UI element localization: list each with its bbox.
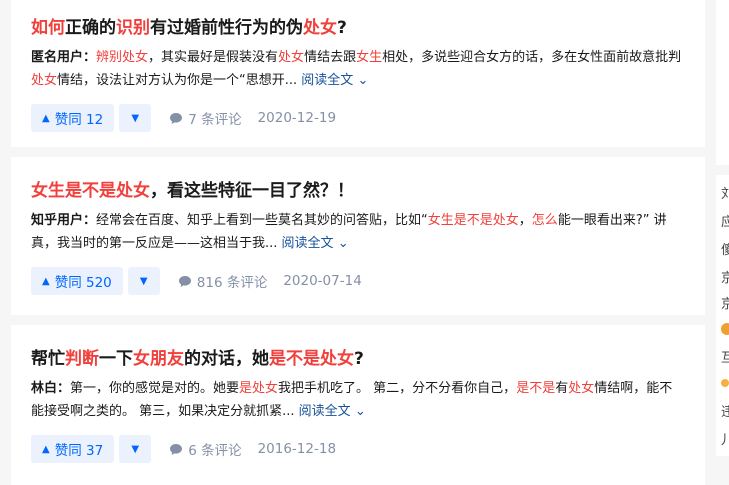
result-excerpt[interactable]: 林白：第一，你的感觉是对的。她要是处女我把手机吃了。 第二，分不分看你自己，是不… [31, 377, 685, 423]
read-more-link[interactable]: 阅读全文 ⌄ [301, 73, 368, 88]
text-segment: 经常会在百度、知乎上看到一些莫名其妙的问答贴，比如“ [96, 213, 428, 228]
keyword-highlight: 是不是 [516, 381, 556, 396]
text-segment: 情结去跟 [304, 50, 357, 65]
comments-label: 6 条评论 [188, 443, 242, 459]
keyword-highlight: 是处女 [239, 381, 279, 396]
caret-down-icon: ▼ [139, 275, 148, 287]
downvote-button[interactable]: ▼ [127, 267, 160, 295]
result-card: 如何正确的识别有过婚前性行为的伪处女? 匿名用户：辨别处女，其实最好是假装没有处… [11, 0, 705, 147]
sidebar-item[interactable]: 互 [721, 347, 729, 366]
avatar [721, 323, 729, 335]
keyword-highlight: 处女 [31, 73, 58, 88]
keyword-highlight: 女生是不是处女 [427, 213, 519, 228]
upvote-button[interactable]: ▲ 赞同 520 [31, 267, 123, 295]
read-more-link[interactable]: 阅读全文 ⌄ [299, 404, 366, 419]
text-segment: ? [337, 18, 347, 38]
keyword-highlight: 处女 [303, 18, 337, 38]
comment-bubble-icon [170, 443, 183, 455]
caret-down-icon: ▼ [131, 112, 140, 124]
action-bar: ▲ 赞同 520 ▼ 816 条评论 2020-07-14 [31, 267, 685, 295]
result-card: 帮忙判断一下女朋友的对话，她是不是处女? 林白：第一，你的感觉是对的。她要是处女… [11, 325, 705, 485]
keyword-highlight: 处女 [568, 381, 595, 396]
keyword-highlight: 女朋友 [133, 349, 184, 369]
text-segment: 情结，设法让对方认为你是一个“思想开... [57, 73, 298, 88]
text-segment: ，其实最好是假装没有 [148, 50, 279, 65]
post-date: 2020-07-14 [283, 273, 362, 289]
text-segment: 一下 [99, 349, 133, 369]
post-date: 2016-12-18 [257, 441, 337, 457]
comments-button[interactable]: 6 条评论 [169, 439, 242, 459]
keyword-highlight: 怎么 [531, 213, 558, 228]
downvote-button[interactable]: ▼ [119, 104, 152, 132]
upvote-label: 赞同 12 [54, 112, 104, 128]
comment-bubble-icon [170, 112, 183, 124]
result-excerpt[interactable]: 知乎用户：经常会在百度、知乎上看到一些莫名其妙的问答贴，比如“女生是不是处女，怎… [31, 209, 685, 255]
keyword-highlight: 识别 [116, 18, 150, 38]
comments-button[interactable]: 816 条评论 [178, 271, 268, 291]
keyword-highlight: 如何 [31, 18, 65, 38]
upvote-button[interactable]: ▲ 赞同 12 [31, 104, 115, 132]
keyword-highlight: 女生 [356, 50, 383, 65]
upvote-label: 赞同 37 [54, 443, 104, 459]
read-more-label: 阅读全文 [298, 404, 351, 419]
chevron-down-icon: ⌄ [354, 404, 366, 419]
caret-up-icon: ▲ [42, 112, 50, 124]
text-segment: ? [354, 349, 364, 369]
read-more-label: 阅读全文 [301, 73, 354, 88]
text-segment: 相处，多说些迎合女方的话，多在女性面前故意批判 [382, 50, 682, 65]
result-excerpt[interactable]: 匿名用户：辨别处女，其实最好是假装没有处女情结去跟女生相处，多说些迎合女方的话，… [31, 46, 685, 92]
search-results-feed: 如何正确的识别有过婚前性行为的伪处女? 匿名用户：辨别处女，其实最好是假装没有处… [11, 0, 705, 485]
result-title[interactable]: 帮忙判断一下女朋友的对话，她是不是处女? [31, 347, 685, 371]
result-title[interactable]: 如何正确的识别有过婚前性行为的伪处女? [31, 16, 685, 40]
text-segment: 第一，你的感觉是对的。她要 [70, 381, 240, 396]
author-name[interactable]: 林白： [31, 381, 70, 396]
keyword-highlight: 是不是处女 [269, 349, 354, 369]
author-name[interactable]: 知乎用户： [31, 213, 96, 228]
author-name[interactable]: 匿名用户： [31, 50, 96, 65]
sidebar-list-panel: 刘 应 傻 京 京 互 违 儿 [716, 175, 729, 456]
read-more-label: 阅读全文 [281, 236, 334, 251]
chevron-down-icon: ⌄ [337, 236, 349, 251]
action-bar: ▲ 赞同 12 ▼ 7 条评论 2020-12-19 [31, 104, 685, 132]
keyword-highlight: 处女 [278, 50, 305, 65]
caret-up-icon: ▲ [42, 275, 50, 287]
chevron-down-icon: ⌄ [357, 73, 369, 88]
text-segment: 帮忙 [31, 349, 65, 369]
text-segment: 有 [555, 381, 569, 396]
caret-up-icon: ▲ [42, 443, 50, 455]
comment-bubble-icon [178, 275, 191, 287]
keyword-highlight: 判断 [65, 349, 99, 369]
keyword-highlight: 女生是不是处女 [31, 181, 150, 201]
sidebar-item[interactable]: 京 [721, 293, 729, 312]
text-segment: ，看这些特征一目了然？！ [150, 181, 354, 201]
text-segment: 我把手机吃了。 第二，分不分看你自己， [278, 381, 517, 396]
sidebar-item[interactable]: 儿 [721, 429, 729, 448]
comments-label: 816 条评论 [196, 275, 268, 291]
read-more-link[interactable]: 阅读全文 ⌄ [282, 236, 349, 251]
comments-label: 7 条评论 [188, 112, 242, 128]
right-sidebar: 刘 应 傻 京 京 互 违 儿 [716, 0, 729, 456]
excerpt-text: 经常会在百度、知乎上看到一些莫名其妙的问答贴，比如“女生是不是处女，怎么能一眼看… [31, 213, 667, 251]
keyword-highlight: 辨别处女 [96, 50, 149, 65]
sidebar-item[interactable]: 京 [721, 267, 729, 286]
text-segment: 正确的 [65, 18, 116, 38]
text-segment: 有过婚前性行为的伪 [150, 18, 303, 38]
action-bar: ▲ 赞同 37 ▼ 6 条评论 2016-12-18 [31, 435, 685, 463]
upvote-button[interactable]: ▲ 赞同 37 [31, 435, 115, 463]
downvote-button[interactable]: ▼ [119, 435, 152, 463]
sidebar-top-panel [716, 0, 729, 165]
sidebar-item[interactable]: 刘 [721, 183, 729, 202]
sidebar-item[interactable]: 违 [721, 401, 729, 420]
comments-button[interactable]: 7 条评论 [169, 108, 242, 128]
text-segment: 的对话，她 [184, 349, 269, 369]
badge-icon [721, 379, 729, 387]
upvote-label: 赞同 520 [54, 275, 112, 291]
result-title[interactable]: 女生是不是处女，看这些特征一目了然？！ [31, 179, 685, 203]
result-card: 女生是不是处女，看这些特征一目了然？！ 知乎用户：经常会在百度、知乎上看到一些莫… [11, 157, 705, 315]
post-date: 2020-12-19 [257, 110, 337, 126]
sidebar-item[interactable]: 傻 [721, 239, 729, 258]
sidebar-item[interactable]: 应 [721, 211, 729, 230]
caret-down-icon: ▼ [131, 443, 140, 455]
text-segment: ， [518, 213, 532, 228]
